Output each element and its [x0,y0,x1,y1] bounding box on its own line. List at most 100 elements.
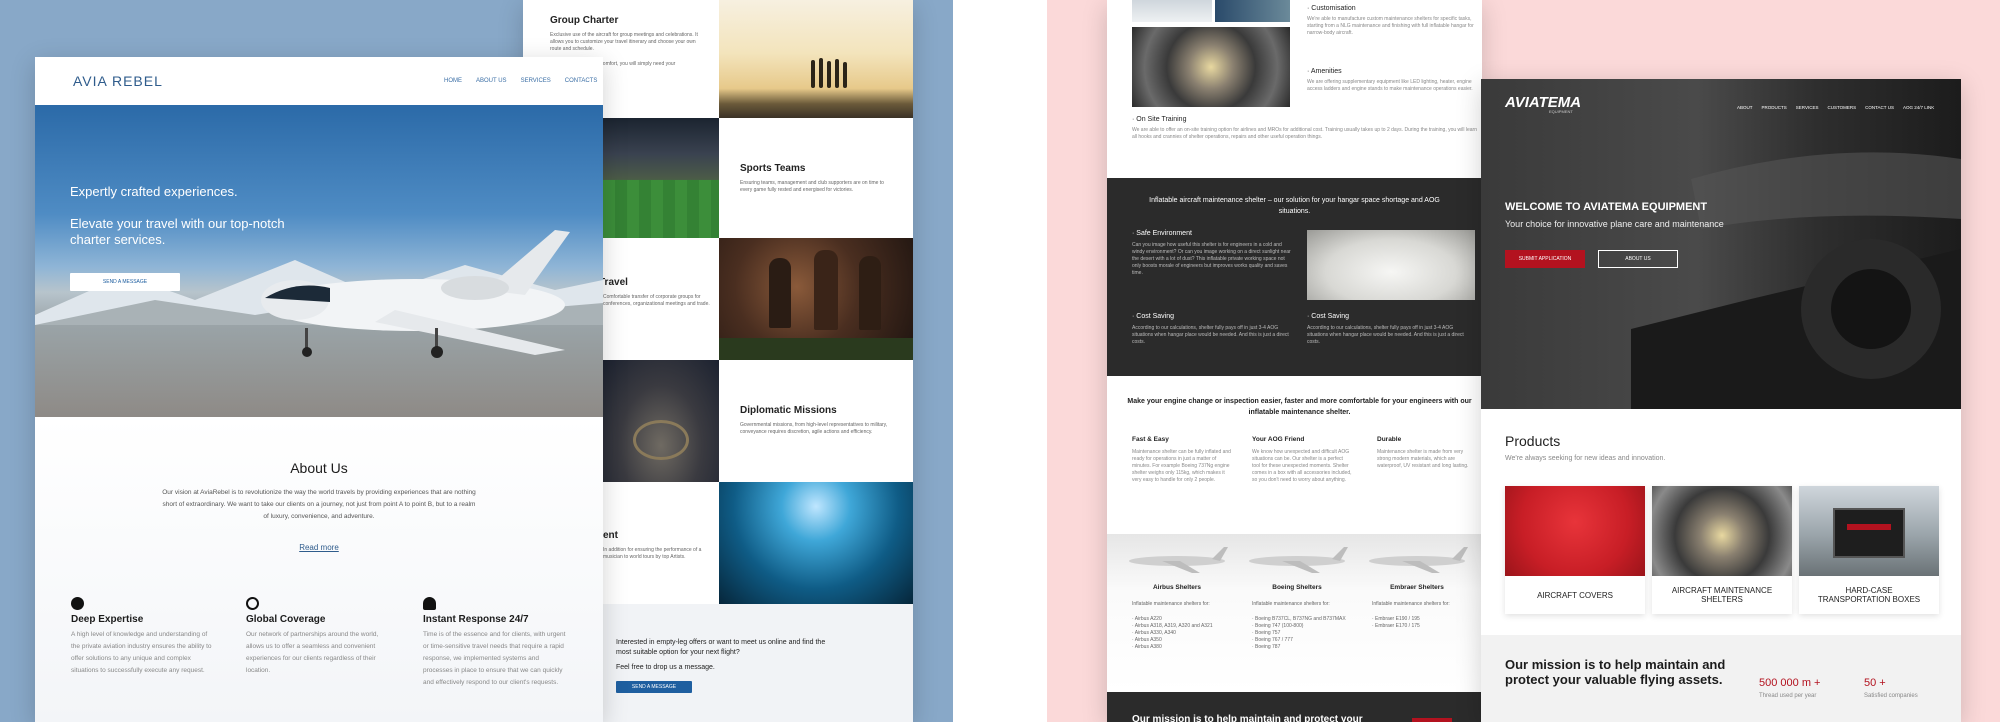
product-card-label: AIRCRAFT COVERS [1537,590,1613,600]
assembly-hall-photo [603,360,719,482]
engine-feature-body: We know how unexpected and difficult AOG… [1252,449,1352,483]
shelter-item: · Airbus A318, A319, A320 and A321 [1132,623,1213,629]
aircraft-cover-photo [1132,0,1212,22]
about-title: About Us [290,460,348,476]
stat-companies-value: 50 + [1864,677,1886,689]
shelter-item: · Boeing 767 / 777 [1252,637,1293,643]
engine-feature-body: Maintenance shelter is made from very st… [1377,449,1469,469]
airbus-shelters-card[interactable]: Airbus Shelters Inflatable maintenance s… [1122,539,1232,651]
shelter-subtitle: Inflatable maintenance shelters for: [1132,601,1210,607]
mission-footer-text: Our mission is to help maintain and prot… [1132,714,1363,722]
aviatema-hero-subtitle: Your choice for innovative plane care an… [1505,219,1724,229]
feature-body: A high level of knowledge and understand… [71,631,212,674]
cost-saving-title: · Cost Saving [1307,313,1350,320]
feature-durable: Durable Maintenance shelter is made from… [1377,436,1477,470]
globe-icon [246,597,259,610]
product-card-label: HARD-CASE TRANSPORTATION BOXES [1817,586,1921,604]
aviatema-logo[interactable]: AVIATEMA EQUIPMENT [1505,94,1581,114]
travel-body: Comfortable transfer of corporate groups… [603,294,710,307]
nav-products[interactable]: PRODUCTS [1762,105,1787,110]
nav-customers[interactable]: CUSTOMERS [1827,105,1856,110]
shelter-item: · Airbus A380 [1132,644,1162,650]
products-section: Products We're always seeking for new id… [1481,409,1961,722]
aviatema-nav: ABOUT PRODUCTS SERVICES CUSTOMERS CONTAC… [1737,105,1934,110]
nav-contact-us[interactable]: CONTACT US [1865,105,1894,110]
stat-thread-value: 500 000 m + [1759,677,1821,689]
stadium-photo [603,118,719,238]
empty-leg-cta-text: Feel free to drop us a message. [616,664,715,671]
shelter-item: · Embraer E170 / 175 [1372,623,1420,629]
about-us-button[interactable]: ABOUT US [1598,250,1678,268]
submit-application-button[interactable]: SUBMIT APPLICATION [1505,250,1585,268]
engine-photo [1132,27,1290,107]
aviatema-hero-title: WELCOME TO AVIATEMA EQUIPMENT [1505,201,1708,213]
cost-saving-title: · Cost Saving [1132,313,1175,320]
nav-about[interactable]: ABOUT US [476,78,507,84]
safe-environment-body: Can you image how useful this shelter is… [1132,242,1291,276]
nav-services[interactable]: SERVICES [521,78,551,84]
nav-contacts[interactable]: CONTACTS [565,78,598,84]
shelter-title: Embraer Shelters [1390,584,1444,591]
boeing-plane-icon [1249,547,1348,573]
mission-footer-strip: Our mission is to help maintain and prot… [1107,692,1482,722]
embraer-plane-icon [1369,547,1468,573]
travel-block: Travel Comfortable transfer of corporate… [603,277,713,308]
cost-saving-block-2: · Cost Saving According to our calculati… [1307,313,1467,346]
hero-send-message-button[interactable]: SEND A MESSAGE [70,273,180,291]
embraer-shelters-card[interactable]: Embraer Shelters Inflatable maintenance … [1362,539,1472,630]
nav-about[interactable]: ABOUT [1737,105,1753,110]
hero-line-1: Expertly crafted experiences. [70,184,238,199]
cost-saving-body: According to our calculations, shelter f… [1307,325,1464,345]
corporate-event-photo [719,238,913,360]
customisation-title: · Customisation [1307,5,1356,12]
sports-body: Ensuring teams, management and club supp… [740,180,884,193]
travel-title: Travel [603,277,628,288]
group-charter-title: Group Charter [550,15,619,26]
diplomatic-title: Diplomatic Missions [740,405,837,416]
shelter-title: Boeing Shelters [1272,584,1322,591]
nav-services[interactable]: SERVICES [1796,105,1819,110]
amenities-title: · Amenities [1307,68,1342,75]
training-block: · On Site Training We are able to offer … [1132,116,1477,141]
aviatema-hero: AVIATEMA EQUIPMENT ABOUT PRODUCTS SERVIC… [1481,79,1961,409]
empty-leg-send-button[interactable]: SEND A MESSAGE [616,681,692,693]
feature-body: Our network of partnerships around the w… [246,631,379,674]
shelter-interior-photo [1307,230,1475,300]
product-card-covers[interactable]: AIRCRAFT COVERS [1505,486,1645,614]
shelter-item: · Airbus A350 [1132,637,1162,643]
support-agent-icon [423,597,436,610]
feature-title: Global Coverage [246,614,326,625]
product-card-boxes[interactable]: HARD-CASE TRANSPORTATION BOXES [1799,486,1939,614]
feature-body: Time is of the essence and for clients, … [423,631,566,686]
product-card-shelters[interactable]: AIRCRAFT MAINTENANCE SHELTERS [1652,486,1792,614]
entertainment-block: ent In addition for ensuring the perform… [603,530,713,561]
transport-box-photo [1799,486,1939,576]
boeing-shelters-card[interactable]: Boeing Shelters Inflatable maintenance s… [1242,539,1352,651]
sports-block: Sports Teams Ensuring teams, management … [740,163,890,194]
header: AVIA REBEL HOME ABOUT US SERVICES CONTAC… [35,57,603,105]
about-section: About Us Our vision at AviaRebel is to r… [35,417,603,722]
diplomatic-block: Diplomatic Missions Governmental mission… [740,405,890,436]
diplomatic-body: Governmental missions, from high-level r… [740,422,888,435]
inflatable-shelter-section: Inflatable aircraft maintenance shelter … [1107,178,1482,376]
engine-feature-title: Your AOG Friend [1252,436,1305,443]
stat-thread-label: Thread used per year [1759,693,1817,699]
shelter-types-section: Airbus Shelters Inflatable maintenance s… [1107,534,1482,692]
safe-environment-title: · Safe Environment [1132,230,1192,237]
aviarebel-logo[interactable]: AVIA REBEL [73,73,163,89]
sports-title: Sports Teams [740,163,806,174]
read-more-link[interactable]: Read more [35,543,603,552]
nav-aog-link[interactable]: AOG 24/7 LINK [1903,105,1934,110]
feature-title: Instant Response 24/7 [423,614,529,625]
nav-home[interactable]: HOME [444,78,462,84]
globe-pin-icon [71,597,84,610]
hero-line-2: Elevate your travel with our top-notch c… [70,216,285,247]
group-charter-body: Exclusive use of the aircraft for group … [550,32,698,52]
product-card-label: AIRCRAFT MAINTENANCE SHELTERS [1671,586,1773,604]
aircraft-covers-photo [1505,486,1645,576]
cost-saving-body: According to our calculations, shelter f… [1132,325,1289,345]
aircraft-silhouette [1631,152,1961,409]
feature-instant-response: Instant Response 24/7 Time is of the ess… [423,597,568,689]
airbus-plane-icon [1129,547,1228,573]
products-title: Products [1505,433,1561,449]
